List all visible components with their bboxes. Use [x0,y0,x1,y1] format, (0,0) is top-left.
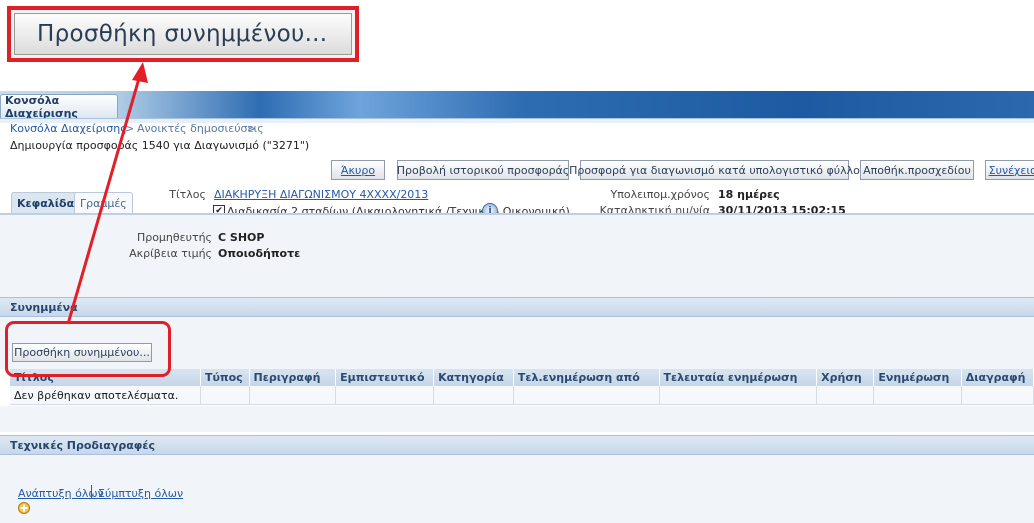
annotation-arrow [66,62,148,325]
